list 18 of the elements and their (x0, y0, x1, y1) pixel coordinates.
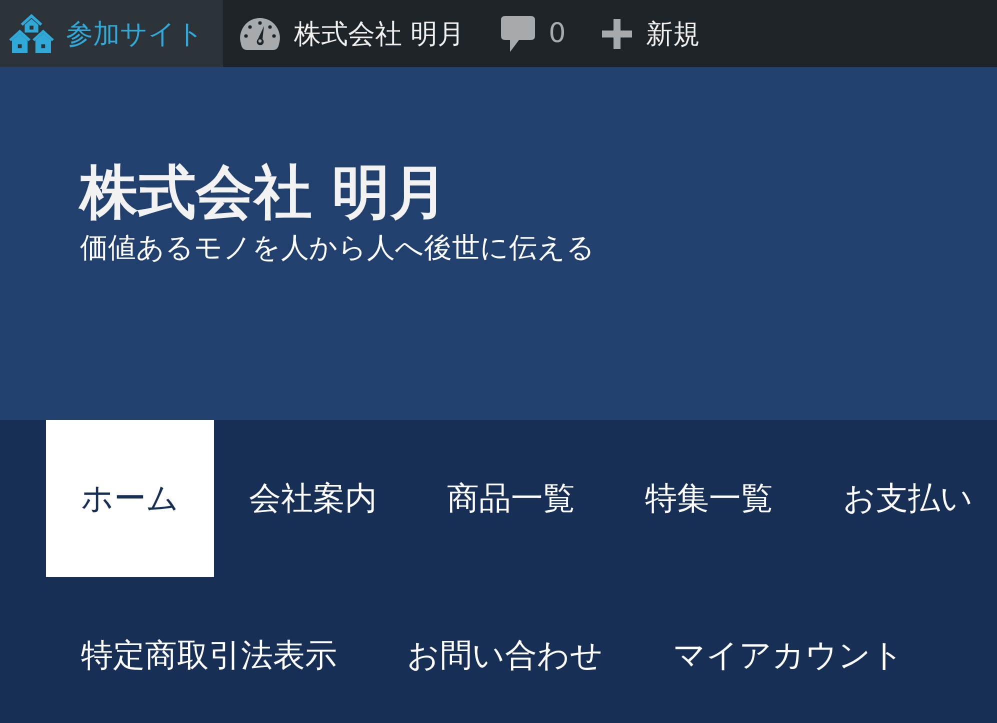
menu-item[interactable]: ホーム (46, 420, 214, 577)
plus-icon (602, 18, 632, 48)
menu-item[interactable]: 会社案内 (214, 420, 412, 577)
my-sites-link[interactable]: 参加サイト (0, 0, 223, 67)
site-tagline: 価値あるモノを人から人へ後世に伝える (80, 230, 595, 266)
new-content-link[interactable]: 新規 (584, 0, 719, 67)
menu-item[interactable]: 商品一覧 (412, 420, 610, 577)
menu-item[interactable]: マイアカウント (638, 577, 939, 723)
menu-item[interactable]: お支払い (808, 420, 997, 577)
gauge-icon (240, 18, 280, 50)
site-title[interactable]: 株式会社 明月 (80, 159, 448, 226)
speech-bubble-icon (500, 16, 535, 52)
menu-item[interactable]: お問い合わせ (372, 577, 638, 723)
site-name-link[interactable]: 株式会社 明月 (223, 0, 484, 67)
menu-item[interactable]: 特集一覧 (610, 420, 808, 577)
menu-item[interactable]: 特定商取引法表示 (46, 577, 372, 723)
comments-link[interactable]: 0 (484, 0, 585, 67)
houses-icon (8, 14, 55, 53)
